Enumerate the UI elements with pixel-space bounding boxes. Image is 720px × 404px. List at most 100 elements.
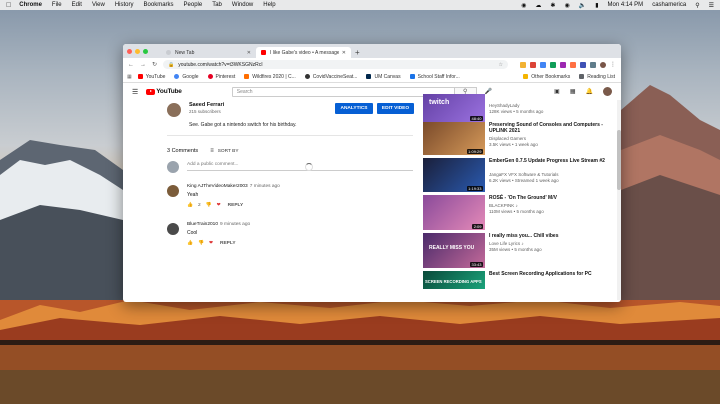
- youtube-logo[interactable]: YouTube: [146, 88, 182, 95]
- hamburger-menu-icon[interactable]: ☰: [132, 88, 138, 96]
- comment-author[interactable]: King AJTheVideoMaker2003: [187, 184, 248, 189]
- recommended-title[interactable]: Best Screen Recording Applications for P…: [489, 271, 613, 277]
- close-window-button[interactable]: [127, 48, 132, 54]
- control-center-icon[interactable]: ☰: [709, 2, 714, 9]
- reply-button[interactable]: REPLY: [228, 203, 244, 208]
- add-comment-input[interactable]: Add a public comment...: [187, 162, 413, 171]
- tab-new-tab[interactable]: New Tab ✕: [161, 47, 256, 58]
- menu-view[interactable]: View: [92, 2, 105, 8]
- analytics-button[interactable]: ANALYTICS: [335, 103, 373, 114]
- comment-author[interactable]: BlueTrain2010: [187, 222, 218, 227]
- commenter-avatar[interactable]: [167, 223, 179, 235]
- menu-user[interactable]: cashamerica: [652, 2, 686, 8]
- extension-icon[interactable]: [560, 61, 566, 68]
- address-bar[interactable]: 🔒 youtube.com/watch?v=t3WKSGNzRcI ☆: [163, 60, 508, 69]
- bluetooth-icon[interactable]: ✱: [550, 2, 555, 9]
- profile-avatar-icon[interactable]: [600, 61, 606, 68]
- commenter-avatar[interactable]: [167, 185, 179, 197]
- recommended-title[interactable]: Preserving Sound of Consoles and Compute…: [489, 122, 613, 134]
- record-icon[interactable]: ◉: [521, 2, 526, 9]
- menu-file[interactable]: File: [52, 2, 62, 8]
- video-thumbnail[interactable]: REALLY MISS YOU 33:43: [423, 233, 485, 268]
- forward-arrow-icon[interactable]: →: [140, 62, 146, 68]
- dislike-icon[interactable]: 👎: [198, 241, 204, 246]
- menu-help[interactable]: Help: [263, 2, 275, 8]
- recommended-title[interactable]: I really miss you... Chill vibes: [489, 233, 613, 239]
- recommended-video[interactable]: 1:09:29 Preserving Sound of Consoles and…: [423, 122, 619, 155]
- recommended-video[interactable]: SCREEN RECORDING APPS Best Screen Record…: [423, 271, 619, 289]
- bookmark-google[interactable]: Google: [174, 74, 199, 80]
- comment-time[interactable]: 7 minutes ago: [250, 184, 280, 189]
- wifi-icon[interactable]: ◉: [564, 2, 569, 9]
- recommended-title[interactable]: ROSÉ - 'On The Ground' M/V: [489, 195, 613, 201]
- back-arrow-icon[interactable]: ←: [128, 62, 134, 68]
- apple-menu-icon[interactable]: : [6, 2, 11, 9]
- recommended-channel[interactable]: HeyShadyLady: [489, 103, 520, 108]
- minimize-window-button[interactable]: [135, 48, 140, 54]
- bookmark-other[interactable]: Other Bookmarks: [523, 74, 570, 80]
- video-thumbnail[interactable]: 1:19:33: [423, 158, 485, 192]
- heart-icon[interactable]: ❤: [209, 241, 213, 246]
- battery-icon[interactable]: ▮: [595, 2, 598, 9]
- recommended-video[interactable]: twitch 48:40 HeyShadyLady 128K views • 5…: [423, 94, 619, 122]
- extension-icon[interactable]: [520, 61, 526, 68]
- channel-avatar[interactable]: [167, 103, 181, 117]
- spotlight-icon[interactable]: ⚲: [695, 2, 699, 9]
- dislike-icon[interactable]: 👎: [206, 203, 212, 208]
- edit-video-button[interactable]: EDIT VIDEO: [377, 103, 414, 114]
- search-input[interactable]: Search: [231, 86, 455, 97]
- menu-window[interactable]: Window: [232, 2, 253, 8]
- reply-button[interactable]: REPLY: [220, 241, 236, 246]
- recommended-title[interactable]: EmberGen 0.7.5 Update Progress Live Stre…: [489, 158, 613, 164]
- cloud-icon[interactable]: ☁: [535, 2, 541, 9]
- video-thumbnail[interactable]: 1:09:29: [423, 122, 485, 155]
- bookmark-pinterest[interactable]: Pinterest: [207, 74, 235, 80]
- like-icon[interactable]: 👍: [187, 241, 193, 246]
- recommended-channel[interactable]: Love Life Lyrics ♪: [489, 241, 524, 246]
- maximize-window-button[interactable]: [143, 48, 148, 54]
- extension-icon[interactable]: [530, 61, 536, 68]
- menu-history[interactable]: History: [115, 2, 134, 8]
- video-thumbnail[interactable]: twitch 48:40: [423, 94, 485, 122]
- extension-icon[interactable]: [590, 61, 596, 68]
- heart-icon[interactable]: ❤: [217, 203, 221, 208]
- volume-icon[interactable]: 🔈: [579, 2, 586, 9]
- extension-icon[interactable]: [580, 61, 586, 68]
- video-thumbnail[interactable]: 2:09: [423, 195, 485, 230]
- tab-youtube-video[interactable]: I like Gabe's video • A message ✕: [256, 47, 351, 58]
- page-scrollbar[interactable]: [617, 100, 621, 300]
- lock-icon[interactable]: 🔒: [168, 62, 174, 68]
- apps-grid-icon[interactable]: ▦: [127, 74, 132, 80]
- scrollbar-thumb[interactable]: [617, 130, 621, 190]
- menu-tab[interactable]: Tab: [212, 2, 222, 8]
- channel-name[interactable]: Saeed Ferrari: [189, 102, 224, 108]
- bookmark-um-canvas[interactable]: UM Canvas: [366, 74, 401, 80]
- bookmark-reading-list[interactable]: Reading List: [579, 74, 615, 80]
- bookmark-covid-vaccine[interactable]: CovidVaccineSeat...: [304, 74, 357, 80]
- menu-people[interactable]: People: [184, 2, 203, 8]
- sort-by-button[interactable]: ≡ SORT BY: [210, 148, 238, 154]
- new-tab-button[interactable]: +: [355, 48, 360, 57]
- extension-icon[interactable]: [540, 61, 546, 68]
- menu-bookmarks[interactable]: Bookmarks: [144, 2, 174, 8]
- comment-time[interactable]: 9 minutes ago: [220, 222, 250, 227]
- browser-menu-icon[interactable]: ⋮: [610, 61, 616, 68]
- close-tab-icon[interactable]: ✕: [247, 50, 251, 56]
- recommended-video[interactable]: 2:09 ROSÉ - 'On The Ground' M/V BLACKPIN…: [423, 195, 619, 230]
- bookmark-school-staff[interactable]: School Staff Infor...: [409, 74, 460, 80]
- bookmark-star-icon[interactable]: ☆: [499, 62, 503, 68]
- menu-clock[interactable]: Mon 4:14 PM: [608, 2, 644, 8]
- extension-icon[interactable]: [550, 61, 556, 68]
- like-icon[interactable]: 👍: [187, 203, 193, 208]
- recommended-video[interactable]: REALLY MISS YOU 33:43 I really miss you.…: [423, 233, 619, 268]
- bookmark-youtube[interactable]: YouTube: [137, 74, 165, 80]
- recommended-channel[interactable]: BLACKPINK ♪: [489, 203, 518, 208]
- recommended-channel[interactable]: JangaFX VFX Software & Tutorials: [489, 172, 559, 177]
- recommended-channel[interactable]: Displaced Gamers: [489, 136, 526, 141]
- extension-icon[interactable]: [570, 61, 576, 68]
- bookmark-wildfires[interactable]: Wildfires 2020 | C...: [244, 74, 296, 80]
- video-thumbnail[interactable]: SCREEN RECORDING APPS: [423, 271, 485, 289]
- reload-icon[interactable]: ↻: [152, 61, 157, 68]
- close-tab-icon[interactable]: ✕: [342, 50, 346, 56]
- menu-edit[interactable]: Edit: [72, 2, 82, 8]
